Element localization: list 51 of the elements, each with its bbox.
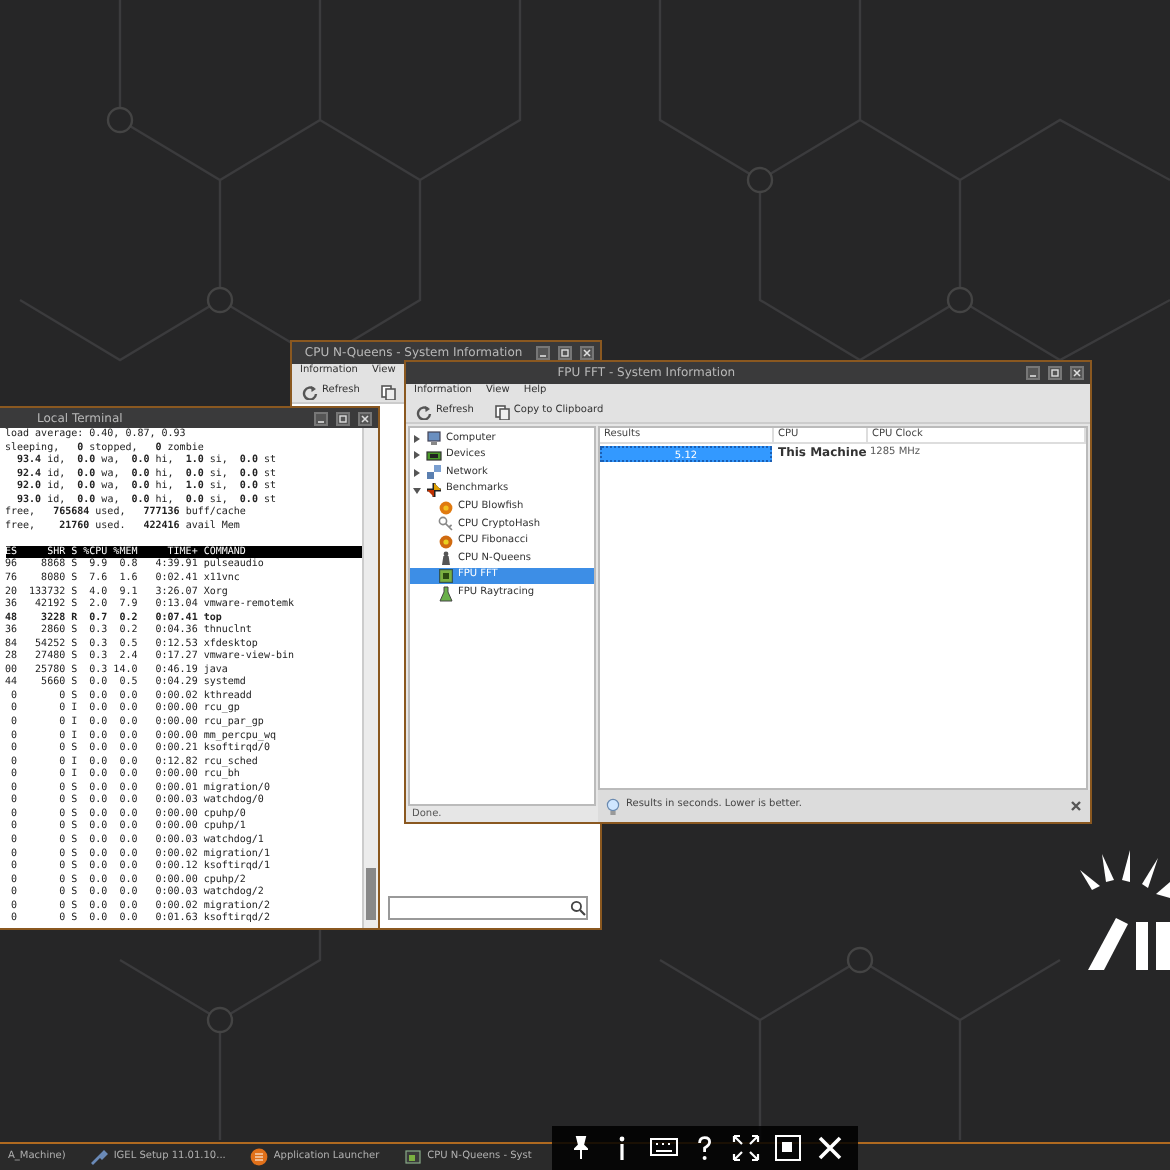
expander-icon[interactable] [412,433,422,444]
scrollbar[interactable] [362,428,378,928]
maximize-button[interactable] [1047,366,1062,380]
network-node [846,946,874,974]
network-node [106,106,134,134]
search-field[interactable] [388,896,588,920]
fullscreen-button[interactable] [730,1132,763,1164]
app-grid-icon [249,1148,268,1166]
maximize-icon [1049,368,1060,378]
chip-icon [438,568,454,585]
bulb-icon [606,797,620,815]
pin-icon [573,1136,588,1160]
pinwheel-icon [426,482,442,499]
close-icon [1071,368,1082,378]
key-icon [438,516,454,533]
refresh-icon [302,383,318,399]
expander-icon[interactable] [412,467,422,478]
copy-button[interactable] [375,383,400,399]
maximize-button[interactable] [557,346,572,360]
expander-icon[interactable] [412,485,422,496]
chip-icon [426,447,442,464]
minimize-button[interactable] [314,411,328,425]
network-node [946,286,974,314]
maximize-button[interactable] [336,411,350,425]
monitor-icon [426,430,442,447]
close-icon [360,413,370,423]
restore-button[interactable] [771,1132,804,1164]
maximize-icon [338,413,348,423]
close-icon[interactable] [1070,800,1082,812]
restore-icon [771,1132,804,1164]
flask-icon [438,585,454,602]
chess-piece-icon [438,550,454,567]
expander-icon[interactable] [412,450,422,461]
help-icon [697,1136,712,1160]
network-node [206,286,234,314]
refresh-icon [416,403,432,419]
minimize-button[interactable] [1025,366,1040,380]
minimize-button[interactable] [535,346,550,360]
network-node [206,1006,234,1034]
close-button[interactable] [1069,366,1084,380]
window-icon [403,1148,422,1166]
close-button[interactable] [358,411,372,425]
search-icon [570,900,586,916]
network-node [746,166,774,194]
close-icon [581,348,592,358]
network-icon [426,464,442,481]
close-button[interactable] [813,1132,846,1164]
fullscreen-icon [730,1132,763,1164]
info-icon [618,1136,627,1160]
close-button[interactable] [579,346,594,360]
close-icon [813,1132,846,1164]
